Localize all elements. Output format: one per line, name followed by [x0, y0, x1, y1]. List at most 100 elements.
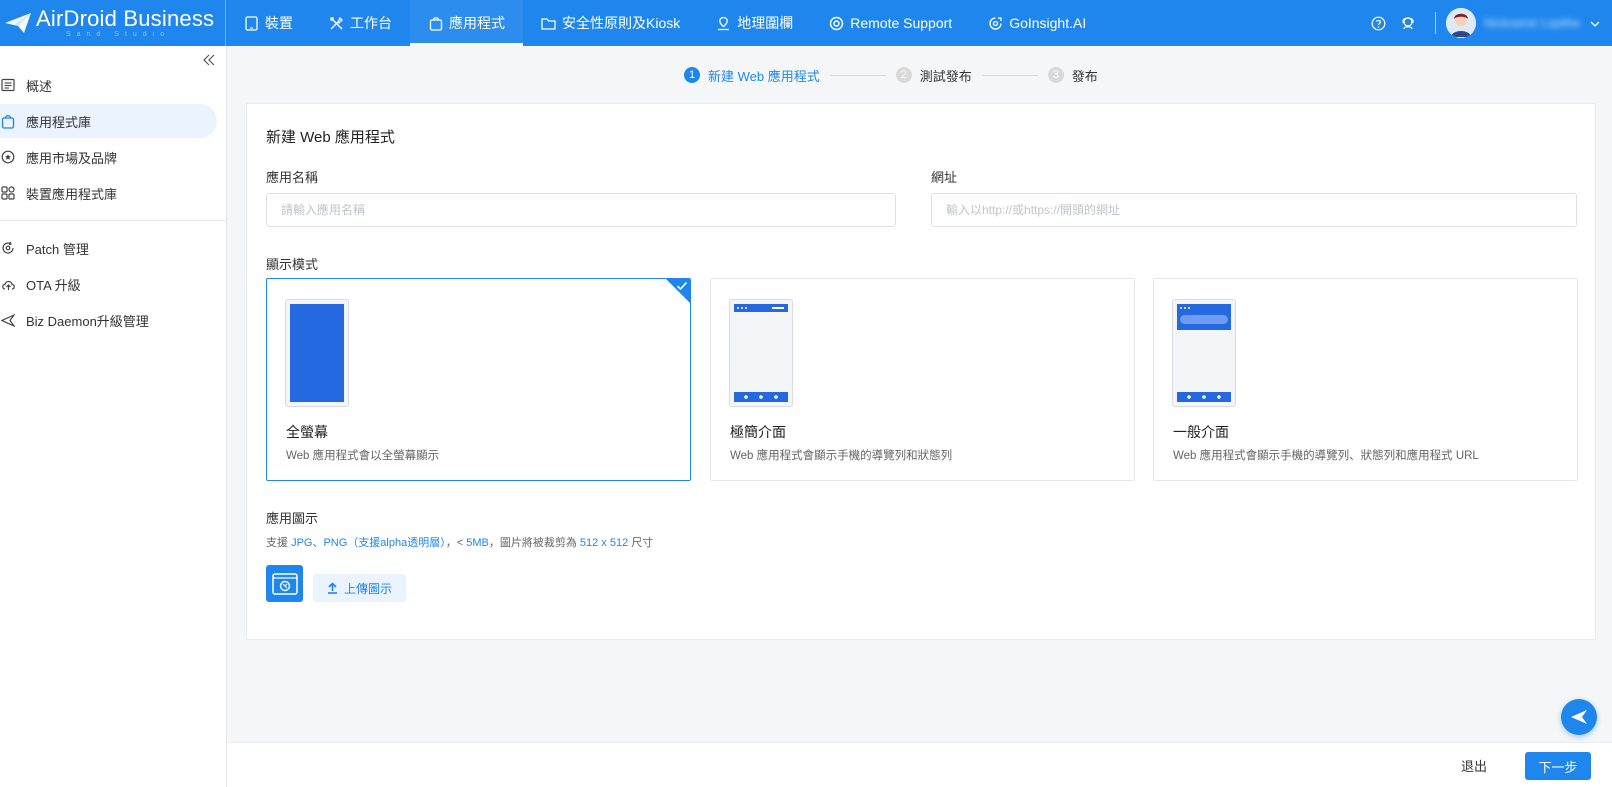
geofence-icon	[716, 16, 731, 31]
url-input[interactable]	[931, 193, 1577, 227]
collapse-sidebar-icon[interactable]	[201, 52, 217, 68]
nav-item-remote-support[interactable]: Remote Support	[811, 0, 970, 46]
step-label: 新建 Web 應用程式	[708, 68, 820, 84]
new-web-app-form: 新建 Web 應用程式 應用名稱 網址 顯示模式 全螢幕 Web 應用程式會以全…	[246, 103, 1596, 640]
hint-text: 支援	[266, 537, 292, 549]
nav-label: Remote Support	[850, 15, 953, 31]
check-icon	[676, 281, 688, 291]
app-bag-icon	[428, 16, 443, 31]
step-connector	[829, 74, 886, 76]
mode-desc: Web 應用程式會以全螢幕顯示	[286, 450, 440, 462]
ai-icon	[988, 16, 1003, 31]
app-icon-label: 應用圖示	[266, 511, 319, 526]
mode-name: 極簡介面	[730, 424, 786, 440]
mode-name: 一般介面	[1173, 424, 1229, 440]
sidebar-item-label: Biz Daemon升級管理	[26, 313, 149, 329]
sidebar-item-label: 應用市場及品牌	[26, 150, 118, 166]
step-2: 2 測試發布	[895, 66, 972, 85]
minimal-preview	[729, 299, 793, 407]
user-name[interactable]: Nickname Lopithe	[1484, 16, 1584, 30]
step-label: 發布	[1071, 68, 1098, 84]
sidebar-item-label: 裝置應用程式庫	[26, 186, 118, 202]
hint-size: 5MB	[466, 537, 489, 549]
tools-icon	[329, 16, 344, 31]
app-name-input[interactable]	[266, 193, 896, 227]
paper-plane-icon	[1571, 710, 1587, 724]
step-number: 1	[684, 67, 700, 83]
main-nav: 裝置 工作台 應用程式 安全性原則及Kiosk 地理圍欄 Remote Supp…	[226, 0, 1104, 46]
send-icon	[0, 312, 16, 328]
cloud-upload-icon	[0, 276, 16, 292]
market-icon	[0, 149, 16, 165]
nav-item-apps[interactable]: 應用程式	[410, 0, 523, 46]
brand-logo[interactable]: AirDroid Business Sand Studio	[0, 0, 226, 46]
avatar[interactable]	[1446, 8, 1476, 38]
nav-item-goinsight[interactable]: GoInsight.AI	[970, 0, 1104, 46]
folder-icon	[541, 16, 556, 31]
step-connector	[981, 74, 1038, 76]
mode-minimal-card[interactable]: 極簡介面 Web 應用程式會顯示手機的導覽列和狀態列	[710, 278, 1135, 481]
nav-label: GoInsight.AI	[1009, 15, 1087, 31]
nav-label: 應用程式	[449, 15, 505, 31]
step-number: 3	[1047, 67, 1064, 83]
hint-formats: JPG、PNG（支援alpha透明層）	[291, 537, 446, 549]
device-apps-icon	[0, 185, 16, 201]
exit-button[interactable]: 退出	[1444, 751, 1504, 779]
overview-icon	[0, 77, 16, 93]
step-3: 3 發布	[1047, 66, 1098, 85]
sidebar-item-device-apps[interactable]: 裝置應用程式庫	[0, 176, 217, 210]
upload-icon-button[interactable]: 上傳圖示	[313, 574, 406, 602]
mode-fullscreen-card[interactable]: 全螢幕 Web 應用程式會以全螢幕顯示	[266, 278, 691, 481]
nav-label: 工作台	[350, 15, 392, 31]
hint-text: ，<	[445, 537, 467, 549]
help-icon[interactable]	[1369, 14, 1387, 32]
sidebar-list: 概述 應用程式庫 應用市場及品牌 裝置應用程式庫 Patch 管理 OTA 升級…	[0, 68, 227, 339]
app-name-label: 應用名稱	[266, 170, 319, 185]
sidebar-item-app-library[interactable]: 應用程式庫	[0, 104, 217, 138]
step-label: 測試發布	[919, 68, 972, 84]
nav-label: 安全性原則及Kiosk	[562, 15, 681, 31]
form-title: 新建 Web 應用程式	[266, 129, 395, 146]
web-app-icon	[271, 572, 298, 595]
url-label: 網址	[931, 170, 958, 185]
top-bar: AirDroid Business Sand Studio 裝置 工作台 應用程…	[0, 0, 1612, 46]
divider	[1435, 12, 1436, 34]
sidebar-item-ota[interactable]: OTA 升級	[0, 267, 217, 301]
hint-text: ，圖片將被裁剪為	[488, 537, 580, 549]
app-icon-preview	[266, 565, 303, 602]
sidebar-divider	[0, 220, 227, 221]
upload-icon	[327, 582, 338, 594]
hint-dims: 512 x 512	[579, 537, 629, 549]
patch-icon	[0, 240, 16, 256]
upload-label: 上傳圖示	[343, 581, 392, 596]
app-icon-hint: 支援 JPG、PNG（支援alpha透明層），< 5MB，圖片將被裁剪為 512…	[266, 534, 653, 550]
lifebuoy-icon	[829, 16, 844, 31]
mode-normal-card[interactable]: 一般介面 Web 應用程式會顯示手機的導覽列、狀態列和應用程式 URL	[1153, 278, 1578, 481]
app-library-icon	[0, 113, 16, 129]
paper-plane-logo-icon	[5, 13, 31, 33]
support-agent-icon[interactable]	[1399, 14, 1417, 32]
mode-desc: Web 應用程式會顯示手機的導覽列、狀態列和應用程式 URL	[1173, 450, 1479, 462]
sidebar-item-overview[interactable]: 概述	[0, 68, 217, 102]
mode-name: 全螢幕	[286, 424, 328, 440]
nav-label: 裝置	[265, 15, 293, 31]
sidebar-item-market-brand[interactable]: 應用市場及品牌	[0, 140, 217, 174]
wizard-steps: 1 新建 Web 應用程式 2 測試發布 3 發布	[684, 66, 1098, 84]
tablet-icon	[244, 15, 259, 31]
next-button[interactable]: 下一步	[1525, 752, 1591, 780]
sidebar-item-biz-daemon[interactable]: Biz Daemon升級管理	[0, 303, 217, 337]
brand-name: AirDroid Business	[36, 6, 215, 31]
footer-bar: 退出 下一步	[227, 742, 1612, 787]
nav-item-policy-kiosk[interactable]: 安全性原則及Kiosk	[523, 0, 698, 46]
floating-feedback-button[interactable]	[1561, 699, 1597, 735]
nav-label: 地理圍欄	[737, 15, 794, 31]
chevron-down-icon[interactable]	[1590, 16, 1600, 31]
sidebar-item-label: 概述	[26, 78, 53, 94]
hint-text: 尺寸	[628, 537, 654, 549]
sidebar: 概述 應用程式庫 應用市場及品牌 裝置應用程式庫 Patch 管理 OTA 升級…	[0, 46, 227, 787]
sidebar-item-patch[interactable]: Patch 管理	[0, 231, 217, 265]
normal-preview	[1172, 299, 1236, 407]
nav-item-geofence[interactable]: 地理圍欄	[698, 0, 811, 46]
nav-item-workbench[interactable]: 工作台	[311, 0, 410, 46]
nav-item-devices[interactable]: 裝置	[226, 0, 311, 46]
